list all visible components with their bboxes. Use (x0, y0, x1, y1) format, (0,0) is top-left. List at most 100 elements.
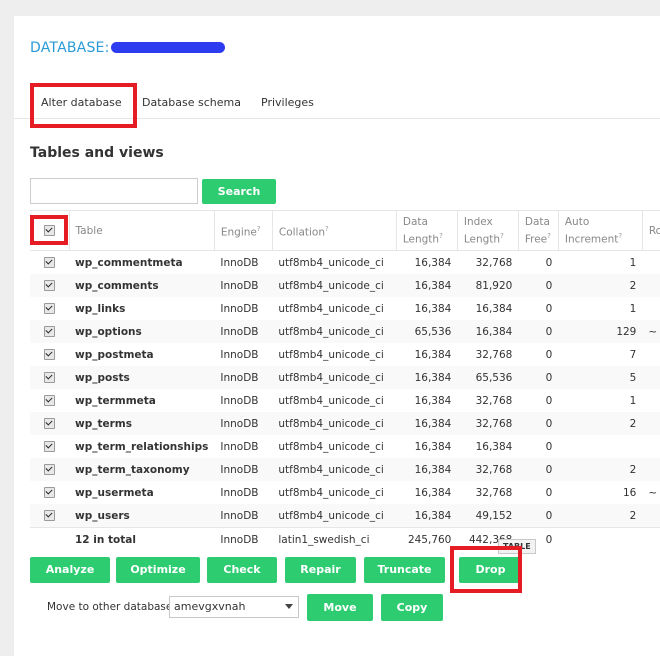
col-table[interactable]: Table (69, 210, 215, 251)
row-select-cell (30, 251, 69, 275)
row-checkbox[interactable] (44, 441, 55, 452)
auto-increment-cell: 7 (629, 348, 637, 361)
table-name-cell[interactable]: wp_terms (69, 412, 215, 435)
table-row: wp_links InnoDB utf8mb4_unicode_ci 16,384 16… (30, 297, 660, 320)
auto-increment-cell: 1 (629, 256, 637, 269)
row-checkbox[interactable] (44, 257, 55, 268)
rows-cell (642, 274, 660, 297)
total-spacer-cell (30, 527, 69, 552)
table-name-cell[interactable]: wp_comments (69, 274, 215, 297)
index-length-cell: 65,536 (457, 366, 519, 389)
row-checkbox[interactable] (44, 280, 55, 291)
engine-cell: InnoDB (214, 366, 273, 389)
rows-cell: ~ (642, 320, 660, 343)
collation-cell: utf8mb4_unicode_ci (272, 274, 397, 297)
auto-increment-cell: 2 (558, 412, 643, 435)
index-length-cell: 16,384 (457, 320, 519, 343)
table-name-cell[interactable]: wp_commentmeta (69, 251, 214, 275)
data-length-cell: 65,536 (396, 320, 458, 343)
row-checkbox[interactable] (44, 349, 55, 360)
tab-database-schema[interactable]: Database schema (142, 96, 241, 109)
auto-increment-cell: 129 (558, 320, 643, 343)
col-auto-increment[interactable]: Auto Increment? (558, 210, 643, 251)
move-to-database-label: Move to other database: (47, 601, 176, 613)
col-engine[interactable]: Engine? (214, 210, 273, 251)
engine-cell: InnoDB (220, 486, 259, 499)
table-name-cell[interactable]: wp_links (69, 297, 214, 320)
data-free-cell: 0 (545, 394, 553, 407)
row-select-cell (30, 458, 69, 481)
auto-increment-cell: 1 (629, 394, 637, 407)
col-data-free[interactable]: Data Free? (518, 210, 559, 251)
data-free-cell: 0 (545, 302, 553, 315)
row-checkbox[interactable] (44, 487, 55, 498)
row-checkbox[interactable] (44, 326, 55, 337)
data-free-cell: 0 (518, 320, 559, 343)
data-length-cell: 16,384 (396, 274, 458, 297)
main-panel: DATABASE: Alter database Database schema… (14, 16, 660, 656)
table-row: wp_posts InnoDB utf8mb4_unicode_ci 16,384 65… (30, 366, 660, 389)
data-length-cell: 16,384 (396, 366, 458, 389)
rows-cell (642, 504, 660, 528)
tab-privileges[interactable]: Privileges (261, 96, 314, 109)
col-index-length[interactable]: Index Length? (457, 210, 519, 251)
table-name-cell[interactable]: wp_term_taxonomy (69, 458, 215, 481)
row-checkbox[interactable] (44, 510, 55, 521)
rows-cell (642, 412, 660, 435)
data-free-cell: 0 (518, 412, 559, 435)
col-rows[interactable]: Ro (642, 210, 660, 251)
index-length-cell: 49,152 (457, 504, 519, 528)
copy-button[interactable]: Copy (381, 594, 443, 621)
row-checkbox[interactable] (44, 464, 55, 475)
index-length-cell: 32,768 (457, 412, 519, 435)
search-button[interactable]: Search (202, 179, 276, 204)
database-title: DATABASE: (30, 40, 110, 56)
collation-cell: utf8mb4_unicode_ci (272, 320, 397, 343)
col-data-length[interactable]: Data Length? (396, 210, 458, 251)
total-engine: InnoDB (214, 527, 273, 552)
total-collation: latin1_swedish_ci (272, 527, 397, 552)
data-length-cell: 16,384 (396, 458, 458, 481)
table-name-cell[interactable]: wp_options (69, 320, 215, 343)
table-name-cell[interactable]: wp_term_relationships (69, 435, 214, 458)
data-free-cell: 0 (545, 440, 553, 453)
data-free-cell: 0 (518, 504, 559, 528)
engine-cell: InnoDB (214, 458, 273, 481)
engine-cell: InnoDB (214, 320, 273, 343)
table-row: wp_termmeta InnoDB utf8mb4_unicode_ci 16,38… (30, 389, 660, 412)
table-row: wp_postmeta InnoDB utf8mb4_unicode_ci 16,38… (30, 343, 660, 366)
engine-cell: InnoDB (220, 394, 259, 407)
row-checkbox[interactable] (44, 303, 55, 314)
table-row: wp_options InnoDB utf8mb4_unicode_ci 65,536… (30, 320, 660, 343)
optimize-button[interactable]: Optimize (116, 557, 200, 583)
row-select-cell (30, 504, 69, 528)
collation-cell: utf8mb4_unicode_ci (272, 412, 397, 435)
search-input[interactable] (30, 178, 198, 204)
auto-increment-cell (558, 435, 642, 458)
table-name-cell[interactable]: wp_termmeta (69, 389, 214, 412)
check-button[interactable]: Check (207, 557, 277, 583)
move-button[interactable]: Move (307, 594, 373, 621)
data-free-cell: 0 (518, 366, 559, 389)
row-select-cell (30, 389, 69, 412)
target-database-select[interactable]: amevgxvnah (169, 596, 299, 618)
highlight-select-all (30, 215, 68, 245)
repair-button[interactable]: Repair (285, 557, 356, 583)
analyze-button[interactable]: Analyze (30, 557, 110, 583)
row-checkbox[interactable] (44, 395, 55, 406)
collation-cell: utf8mb4_unicode_ci (278, 302, 384, 315)
auto-increment-cell: 5 (558, 366, 643, 389)
table-name-cell[interactable]: wp_posts (69, 366, 215, 389)
target-database-value: amevgxvnah (174, 600, 246, 613)
row-checkbox[interactable] (44, 418, 55, 429)
table-name-cell[interactable]: wp_postmeta (69, 343, 214, 366)
collation-cell: utf8mb4_unicode_ci (278, 348, 384, 361)
col-collation[interactable]: Collation? (272, 210, 397, 251)
engine-cell: InnoDB (220, 348, 259, 361)
row-checkbox[interactable] (44, 372, 55, 383)
table-name-cell[interactable]: wp_usermeta (69, 481, 214, 504)
table-name-cell[interactable]: wp_users (69, 504, 215, 528)
rows-cell (642, 366, 660, 389)
row-select-cell (30, 297, 69, 320)
truncate-button[interactable]: Truncate (364, 557, 445, 583)
